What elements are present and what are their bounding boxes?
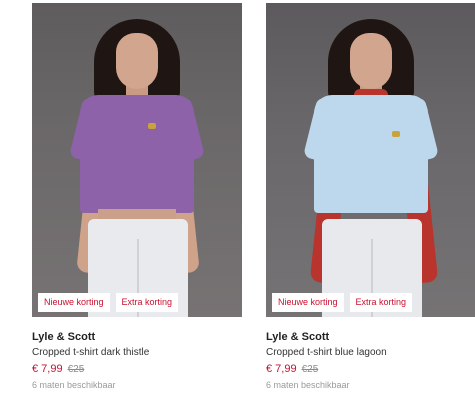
product-card[interactable]: Nieuwe korting Extra korting Lyle & Scot… — [32, 3, 242, 390]
product-card[interactable]: Nieuwe korting Extra korting Lyle & Scot… — [266, 3, 475, 390]
sizes-available: 6 maten beschikbaar — [32, 380, 116, 390]
price-row: € 7,99 €25 — [32, 363, 242, 375]
product-brand[interactable]: Lyle & Scott — [32, 331, 242, 343]
eagle-logo-icon — [148, 123, 156, 129]
shirt — [314, 95, 428, 213]
price-row: € 7,99 €25 — [266, 363, 475, 375]
shirt — [80, 95, 194, 213]
eagle-logo-icon — [392, 131, 400, 137]
product-image[interactable]: Nieuwe korting Extra korting — [266, 3, 475, 317]
badge-new-discount: Nieuwe korting — [38, 293, 110, 312]
price-current: € 7,99 — [32, 363, 63, 375]
price-original: €25 — [67, 364, 85, 375]
badge-group: Nieuwe korting Extra korting — [272, 293, 413, 312]
badge-extra-discount: Extra korting — [115, 293, 179, 312]
model-face — [350, 33, 392, 89]
product-title[interactable]: Cropped t-shirt blue lagoon — [266, 347, 475, 358]
badge-extra-discount: Extra korting — [349, 293, 413, 312]
price-current: € 7,99 — [266, 363, 297, 375]
price-original: €25 — [301, 364, 319, 375]
product-image[interactable]: Nieuwe korting Extra korting — [32, 3, 242, 317]
product-title[interactable]: Cropped t-shirt dark thistle — [32, 347, 242, 358]
sizes-available: 6 maten beschikbaar — [266, 380, 350, 390]
badge-group: Nieuwe korting Extra korting — [38, 293, 179, 312]
badge-new-discount: Nieuwe korting — [272, 293, 344, 312]
product-brand[interactable]: Lyle & Scott — [266, 331, 475, 343]
model-face — [116, 33, 158, 89]
